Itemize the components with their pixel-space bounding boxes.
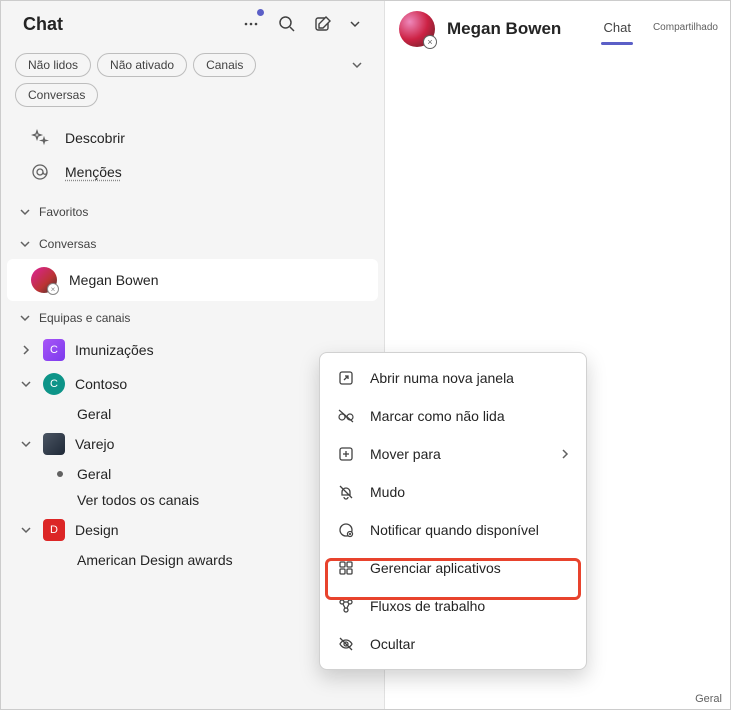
team-avatar	[43, 433, 65, 455]
sidebar-actions	[240, 13, 366, 35]
chevron-right-icon	[19, 345, 33, 355]
more-options-icon[interactable]	[240, 13, 262, 35]
compose-icon[interactable]	[312, 13, 334, 35]
context-menu: Abrir numa nova janela Marcar como não l…	[319, 352, 587, 670]
nav-list: Descobrir Menções	[1, 115, 384, 195]
channel-label: Geral	[77, 406, 111, 422]
menu-mute[interactable]: Mudo	[320, 473, 586, 511]
glasses-off-icon	[336, 406, 356, 426]
filter-expand-icon[interactable]	[350, 58, 364, 72]
chevron-down-icon	[19, 379, 33, 389]
menu-label: Abrir numa nova janela	[370, 370, 514, 386]
menu-label: Ocultar	[370, 636, 415, 652]
chevron-down-icon	[19, 525, 33, 535]
chat-title: Megan Bowen	[447, 19, 589, 39]
search-icon[interactable]	[276, 13, 298, 35]
section-favorites-label: Favoritos	[39, 205, 88, 219]
team-label: Imunizações	[75, 342, 154, 358]
nav-discover[interactable]: Descobrir	[1, 121, 384, 155]
section-favorites[interactable]: Favoritos	[1, 195, 384, 227]
filter-conversations[interactable]: Conversas	[15, 83, 98, 107]
menu-manage-apps[interactable]: Gerenciar aplicativos	[320, 549, 586, 587]
bell-off-icon	[336, 482, 356, 502]
sidebar-title: Chat	[23, 14, 63, 35]
team-avatar: D	[43, 519, 65, 541]
chevron-down-icon	[19, 238, 31, 250]
menu-hide[interactable]: Ocultar	[320, 625, 586, 663]
presence-offline-icon: ×	[423, 35, 437, 49]
menu-label: Mudo	[370, 484, 405, 500]
open-window-icon	[336, 368, 356, 388]
chat-item-label: Megan Bowen	[69, 272, 159, 288]
menu-label: Mover para	[370, 446, 441, 462]
channel-label: American Design awards	[77, 552, 233, 568]
menu-label: Gerenciar aplicativos	[370, 560, 501, 576]
sidebar-header: Chat	[1, 1, 384, 49]
team-label: Design	[75, 522, 119, 538]
chevron-down-icon	[19, 312, 31, 324]
channel-label: Geral	[77, 466, 111, 482]
menu-label: Marcar como não lida	[370, 408, 505, 424]
move-icon	[336, 444, 356, 464]
chevron-down-icon[interactable]	[344, 13, 366, 35]
sparkle-icon	[31, 129, 49, 147]
chevron-down-icon	[19, 206, 31, 218]
filter-unread[interactable]: Não lidos	[15, 53, 91, 77]
footer-label: Geral	[695, 693, 722, 705]
filter-bar: Não lidos Não ativado Canais Conversas	[1, 49, 384, 115]
apps-icon	[336, 558, 356, 578]
at-sign-icon	[31, 163, 49, 181]
channel-label: Ver todos os canais	[77, 492, 199, 508]
team-avatar: C	[43, 373, 65, 395]
section-teams-label: Equipas e canais	[39, 311, 130, 325]
menu-mark-unread[interactable]: Marcar como não lida	[320, 397, 586, 435]
menu-notify-available[interactable]: Notificar quando disponível	[320, 511, 586, 549]
menu-move-to[interactable]: Mover para	[320, 435, 586, 473]
section-conversations-label: Conversas	[39, 237, 96, 251]
menu-label: Notificar quando disponível	[370, 522, 539, 538]
menu-label: Fluxos de trabalho	[370, 598, 485, 614]
nav-mentions-label: Menções	[65, 164, 122, 180]
avatar[interactable]: ×	[399, 11, 435, 47]
filter-unactivated[interactable]: Não ativado	[97, 53, 187, 77]
workflow-icon	[336, 596, 356, 616]
avatar: ×	[31, 267, 57, 293]
section-teams[interactable]: Equipas e canais	[1, 301, 384, 333]
main-tabs: Chat Compartilhado	[601, 14, 720, 45]
section-conversations[interactable]: Conversas	[1, 227, 384, 259]
tab-chat[interactable]: Chat	[601, 14, 632, 45]
menu-open-new-window[interactable]: Abrir numa nova janela	[320, 359, 586, 397]
bullet-icon	[57, 471, 63, 477]
chevron-right-icon	[560, 449, 570, 459]
presence-notify-icon	[336, 520, 356, 540]
nav-discover-label: Descobrir	[65, 130, 125, 146]
eye-off-icon	[336, 634, 356, 654]
team-label: Varejo	[75, 436, 114, 452]
team-avatar: C	[43, 339, 65, 361]
tab-shared[interactable]: Compartilhado	[651, 16, 720, 43]
menu-workflows[interactable]: Fluxos de trabalho	[320, 587, 586, 625]
notification-dot-icon	[257, 9, 264, 16]
chevron-down-icon	[19, 439, 33, 449]
presence-offline-icon: ×	[47, 283, 59, 295]
nav-mentions[interactable]: Menções	[1, 155, 384, 189]
main-header: × Megan Bowen Chat Compartilhado	[385, 1, 730, 57]
team-label: Contoso	[75, 376, 127, 392]
filter-channels[interactable]: Canais	[193, 53, 256, 77]
chat-item-megan[interactable]: × Megan Bowen	[7, 259, 378, 301]
